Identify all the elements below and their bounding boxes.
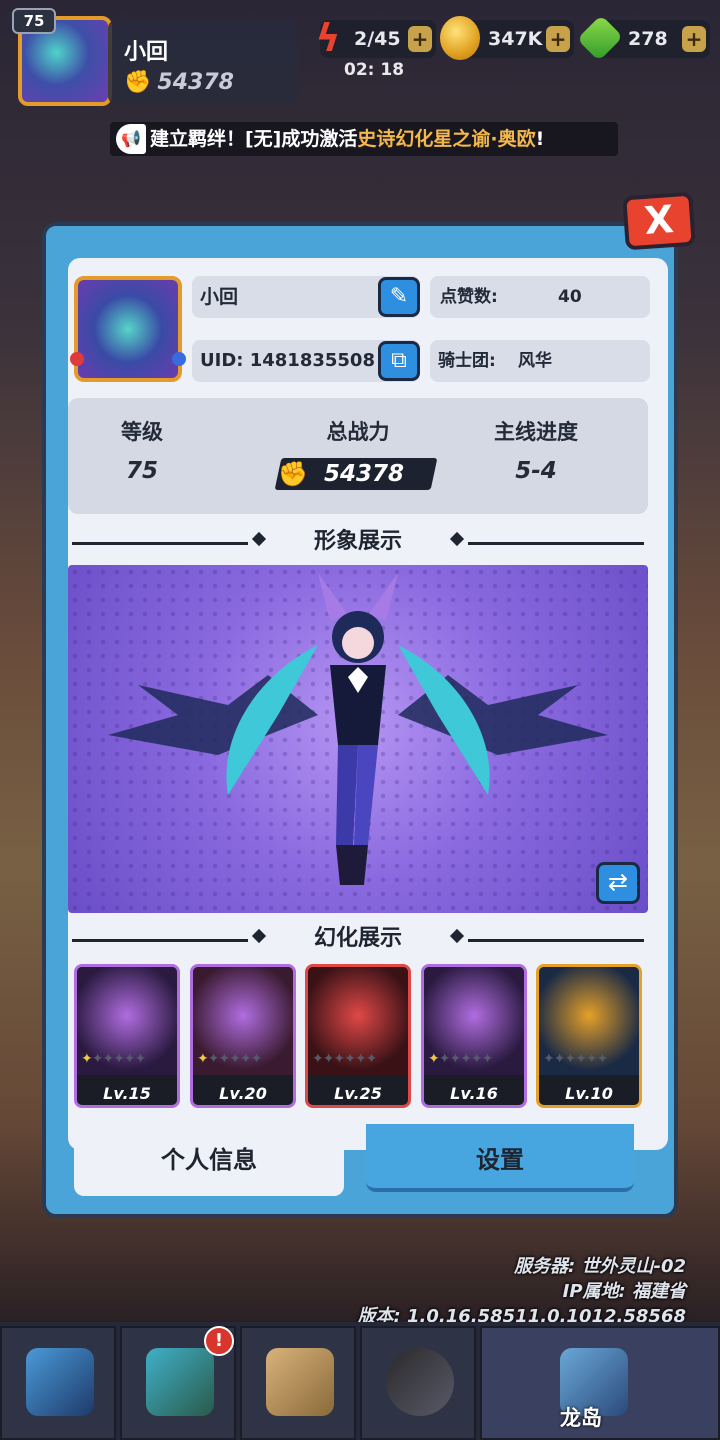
- dragon-island-label: 龙岛: [560, 1406, 602, 1430]
- nav-item-pets[interactable]: [360, 1326, 476, 1440]
- progress-value: 5-4: [515, 458, 557, 484]
- likes-box: 点赞数: 40: [430, 276, 650, 318]
- broadcast-prefix: 建立羁绊！[无]成功激活: [150, 128, 358, 150]
- copy-uid-button[interactable]: ⧉: [378, 341, 420, 381]
- fist-icon: ✊: [124, 70, 152, 95]
- megaphone-icon: 📢: [116, 124, 146, 154]
- profile-avatar[interactable]: [70, 276, 186, 382]
- gem-value: 278: [628, 28, 668, 50]
- card-level: Lv.16: [450, 1084, 498, 1103]
- guild-box: 骑士团: 风华: [430, 340, 650, 382]
- star-rating: ✦✦✦✦✦✦: [81, 1051, 146, 1067]
- progress-label: 主线进度: [494, 420, 578, 444]
- likes-value: 40: [558, 287, 582, 307]
- transform-section-title: 幻化展示: [72, 924, 644, 954]
- pin-icon: [70, 352, 84, 366]
- pencil-icon: ✎: [389, 284, 409, 309]
- coin-icon: [440, 16, 480, 60]
- profile-uid: UID: 1481835508: [200, 350, 375, 371]
- transform-cards: ✦✦✦✦✦✦ Lv.15 ✦✦✦✦✦✦ Lv.20 ✦✦✦✦✦✦ Lv.25 ✦…: [74, 964, 646, 1110]
- edit-name-button[interactable]: ✎: [378, 277, 420, 317]
- swap-icon: ⇄: [607, 868, 629, 896]
- transform-card[interactable]: ✦✦✦✦✦✦ Lv.16: [421, 964, 527, 1108]
- star-rating: ✦✦✦✦✦✦: [312, 1051, 377, 1067]
- transform-card[interactable]: ✦✦✦✦✦✦ Lv.25: [305, 964, 411, 1108]
- likes-label: 点赞数:: [440, 287, 498, 307]
- energy-timer: 02: 18: [344, 60, 405, 80]
- energy-value: 2/45: [354, 28, 401, 50]
- map-icon: [266, 1348, 334, 1416]
- level-label: 等级: [121, 420, 163, 444]
- nav-item-heroes[interactable]: [0, 1326, 116, 1440]
- transform-card[interactable]: ✦✦✦✦✦✦ Lv.10: [536, 964, 642, 1108]
- transform-card[interactable]: ✦✦✦✦✦✦ Lv.15: [74, 964, 180, 1108]
- broadcast-suffix: !: [535, 128, 545, 150]
- swap-appearance-button[interactable]: ⇄: [596, 862, 640, 904]
- transform-card[interactable]: ✦✦✦✦✦✦ Lv.20: [190, 964, 296, 1108]
- bottom-nav: [0, 1322, 720, 1440]
- star-rating: ✦✦✦✦✦✦: [197, 1051, 262, 1067]
- add-gold-button[interactable]: +: [546, 26, 570, 52]
- level-value: 75: [125, 458, 158, 484]
- player-name: 小回: [124, 40, 169, 65]
- gem-resource: 278 +: [576, 14, 710, 62]
- close-button[interactable]: X: [622, 191, 696, 251]
- add-energy-button[interactable]: +: [408, 26, 432, 52]
- upgrade-icon: [146, 1348, 214, 1416]
- player-hud[interactable]: 75 小回 ✊ 54378: [12, 8, 298, 106]
- character-showcase: [68, 565, 648, 913]
- player-power: ✊ 54378: [124, 70, 234, 95]
- energy-resource: ϟ 2/45 +: [315, 16, 436, 60]
- player-power-value: 54378: [157, 70, 234, 95]
- card-level: Lv.20: [219, 1084, 267, 1103]
- card-level: Lv.25: [334, 1084, 382, 1103]
- ip-location: IP属地: 福建省: [562, 1281, 686, 1302]
- notification-badge: !: [204, 1326, 234, 1356]
- player-level-badge: 75: [12, 8, 56, 34]
- lightning-icon: ϟ: [315, 16, 341, 60]
- add-gem-button[interactable]: +: [682, 26, 706, 52]
- gold-resource: 347K +: [440, 16, 574, 60]
- pet-icon: [386, 1348, 454, 1416]
- appearance-section-title: 形象展示: [72, 527, 644, 557]
- broadcast-highlight: 史诗幻化星之谕·奥欧: [357, 128, 536, 150]
- star-rating: ✦✦✦✦✦✦: [428, 1051, 493, 1067]
- server-name: 服务器: 世外灵山-02: [514, 1256, 686, 1277]
- copy-icon: ⧉: [391, 348, 407, 373]
- card-level: Lv.15: [103, 1084, 151, 1103]
- tab-settings[interactable]: 设置: [366, 1124, 634, 1192]
- card-level: Lv.10: [565, 1084, 613, 1103]
- transform-title-text: 幻化展示: [313, 926, 402, 951]
- gold-value: 347K: [488, 28, 543, 50]
- guild-label: 骑士团:: [438, 351, 496, 371]
- crystal-icon: [26, 1348, 94, 1416]
- fist-icon: ✊: [278, 460, 308, 488]
- pin-icon: [172, 352, 186, 366]
- player-namebox: 小回 ✊ 54378: [108, 20, 298, 104]
- character-figure: [108, 573, 608, 885]
- server-info: 服务器: 世外灵山-02 IP属地: 福建省 版本: 1.0.16.58511.…: [358, 1254, 686, 1329]
- power-label: 总战力: [326, 420, 390, 444]
- tab-personal-info[interactable]: 个人信息: [74, 1124, 344, 1196]
- stats-panel: 等级 75 总战力 54378 ✊ 主线进度 5-4: [68, 398, 648, 514]
- star-rating: ✦✦✦✦✦✦: [543, 1051, 608, 1067]
- nav-item-map[interactable]: [240, 1326, 356, 1440]
- profile-name: 小回: [200, 286, 239, 308]
- appearance-title-text: 形象展示: [313, 529, 402, 554]
- broadcast-banner: 📢 建立羁绊！[无]成功激活史诗幻化星之谕·奥欧!: [110, 122, 618, 156]
- guild-value: 风华: [518, 351, 552, 371]
